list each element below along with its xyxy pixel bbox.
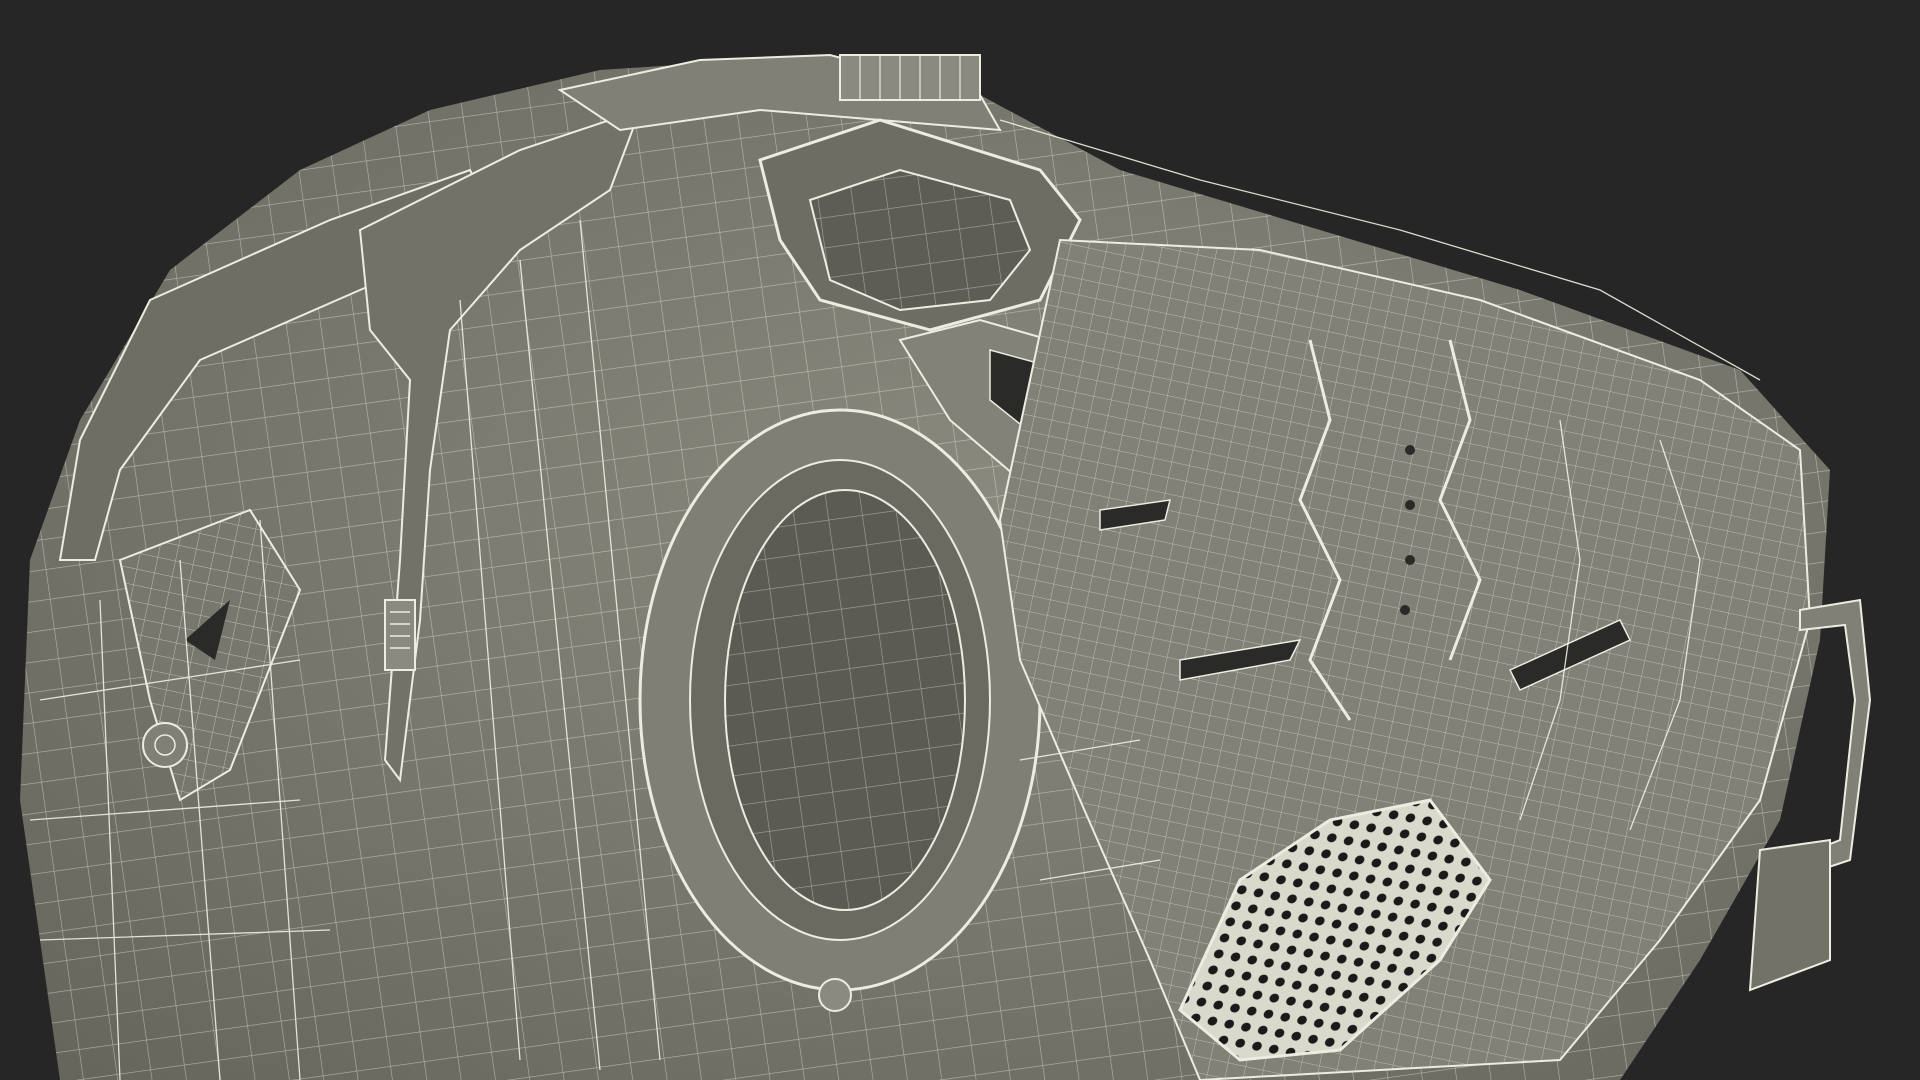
- helmet-wireframe-render: [20, 53, 1872, 1080]
- render-viewport: [0, 0, 1920, 1080]
